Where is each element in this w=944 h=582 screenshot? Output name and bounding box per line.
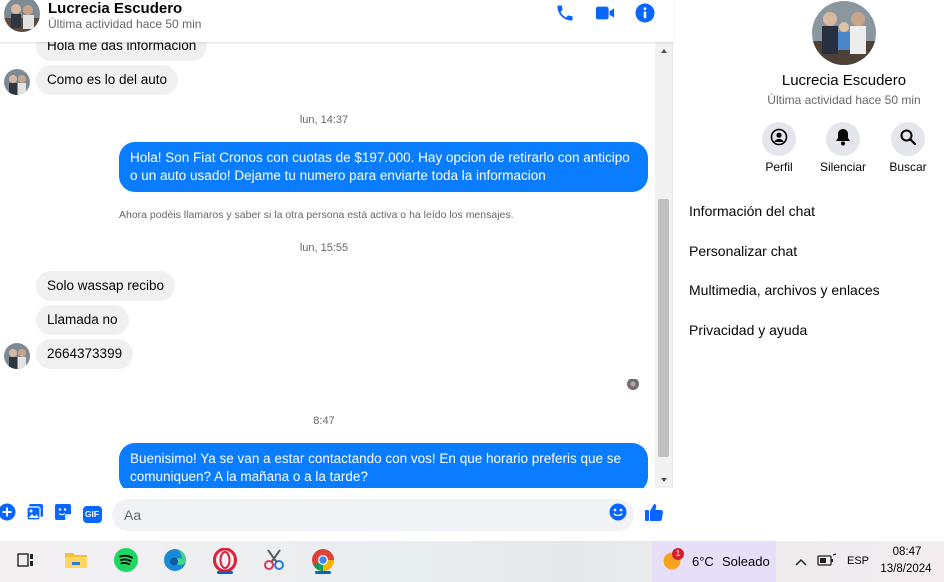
conversation-details-pane: Lucrecia Escudero Última actividad hace … [674, 0, 944, 541]
chat-header: Lucrecia Escudero Última actividad hace … [0, 0, 673, 42]
attach-photo-button[interactable] [26, 503, 44, 526]
chat-pane: Lucrecia Escudero Última actividad hace … [0, 0, 673, 541]
search-button[interactable] [891, 122, 925, 156]
message-bubble-outgoing[interactable]: Hola! Son Fiat Cronos con cuotas de $197… [119, 142, 648, 192]
conversation-info-button[interactable] [634, 3, 656, 28]
contact-name[interactable]: Lucrecia Escudero [48, 0, 182, 17]
weather-icon-button[interactable]: 1 [660, 548, 684, 574]
timestamp-divider: 8:47 [313, 415, 335, 427]
profile-photo[interactable] [812, 1, 876, 65]
input-language-indicator[interactable]: ESP [847, 555, 869, 567]
message-bubble-incoming[interactable]: Solo wassap recibo [36, 271, 176, 301]
edge-browser-button[interactable] [162, 548, 188, 577]
menu-customize-chat[interactable]: Personalizar chat [689, 243, 797, 259]
video-call-button[interactable] [594, 4, 616, 26]
menu-media-files-links[interactable]: Multimedia, archivos y enlaces [689, 282, 880, 298]
search-action[interactable]: Buscar [878, 122, 938, 174]
mute-button[interactable] [826, 122, 860, 156]
message-bubble-incoming[interactable]: Como es lo del auto [36, 65, 179, 95]
network-status-button[interactable] [816, 549, 838, 575]
emoji-button[interactable] [609, 503, 627, 526]
message-bubble-incoming[interactable]: 2664373399 [36, 339, 134, 369]
plus-circle-icon [0, 503, 16, 526]
active-app-indicator [315, 571, 331, 574]
smiley-icon [609, 503, 627, 526]
search-icon [900, 129, 917, 150]
message-bubble-outgoing[interactable]: Buenisimo! Ya se van a estar contactando… [119, 443, 648, 488]
seen-receipt-avatar [627, 378, 639, 390]
message-scrollbar[interactable] [655, 42, 672, 488]
menu-privacy-support[interactable]: Privacidad y ayuda [689, 322, 807, 338]
sticker-icon [54, 503, 72, 526]
profile-icon [770, 128, 788, 151]
scrollbar-thumb[interactable] [658, 199, 669, 457]
contact-status: Última actividad hace 50 min [48, 17, 202, 31]
task-view-icon [16, 551, 36, 574]
sender-avatar [4, 343, 30, 369]
opera-browser-button[interactable] [212, 547, 238, 575]
scroll-down-arrow-icon[interactable] [655, 471, 672, 488]
timestamp-divider: lun, 14:37 [299, 114, 349, 126]
snipping-tool-button[interactable] [261, 548, 287, 577]
message-bubble-incoming[interactable]: Llamada no [36, 305, 129, 335]
clock-time[interactable]: 08:47 [882, 546, 932, 558]
message-composer: GIF [0, 488, 673, 541]
search-action-label: Buscar [889, 160, 927, 174]
gif-button[interactable]: GIF [82, 505, 102, 523]
task-view-button[interactable] [13, 549, 39, 575]
file-explorer-button[interactable] [63, 549, 89, 575]
notification-badge: 1 [672, 548, 684, 560]
video-camera-icon [594, 3, 616, 28]
mute-action[interactable]: Silenciar [813, 122, 873, 174]
scissors-icon [262, 548, 286, 577]
spotify-button[interactable] [113, 547, 139, 577]
send-like-button[interactable] [644, 502, 664, 527]
active-app-indicator [217, 571, 233, 574]
call-button[interactable] [554, 4, 576, 26]
gif-icon: GIF [82, 505, 102, 523]
chevron-up-icon [795, 553, 807, 571]
bell-icon [835, 128, 851, 151]
message-bubble-incoming[interactable]: Hola me das información [36, 42, 208, 61]
more-actions-button[interactable] [0, 503, 16, 526]
phone-icon [555, 3, 575, 28]
mute-action-label: Silenciar [819, 160, 867, 174]
photo-gallery-icon [26, 503, 44, 526]
weather-description: Soleado [722, 554, 770, 569]
system-note: Ahora podéis llamaros y saber si la otra… [119, 209, 514, 221]
message-list[interactable]: Hola me das información Como es lo del a… [0, 42, 655, 488]
windows-taskbar: 1 6°C Soleado ESP 08:47 13/8/2024 [0, 541, 944, 582]
spotify-icon [114, 547, 138, 577]
network-battery-icon [817, 552, 837, 572]
profile-action-label: Perfil [765, 160, 793, 174]
weather-temperature: 6°C [692, 554, 714, 569]
folder-icon [64, 550, 88, 575]
contact-avatar[interactable] [4, 0, 40, 32]
timestamp-divider: lun, 15:55 [299, 242, 349, 254]
clock-date[interactable]: 13/8/2024 [876, 563, 936, 575]
chrome-browser-button[interactable] [310, 548, 336, 575]
message-input[interactable] [112, 499, 634, 531]
thumbs-up-icon [644, 502, 664, 527]
profile-status: Última actividad hace 50 min [767, 93, 921, 107]
app-window: Lucrecia Escudero Última actividad hace … [0, 0, 944, 582]
info-icon [635, 3, 655, 28]
menu-chat-info[interactable]: Información del chat [689, 203, 815, 219]
show-hidden-icons-button[interactable] [792, 549, 810, 575]
profile-action[interactable]: Perfil [749, 122, 809, 174]
sticker-button[interactable] [54, 503, 72, 526]
scroll-up-arrow-icon[interactable] [655, 42, 672, 59]
sender-avatar [4, 69, 30, 95]
profile-button[interactable] [762, 122, 796, 156]
edge-icon [163, 548, 187, 577]
profile-name: Lucrecia Escudero [781, 72, 907, 89]
